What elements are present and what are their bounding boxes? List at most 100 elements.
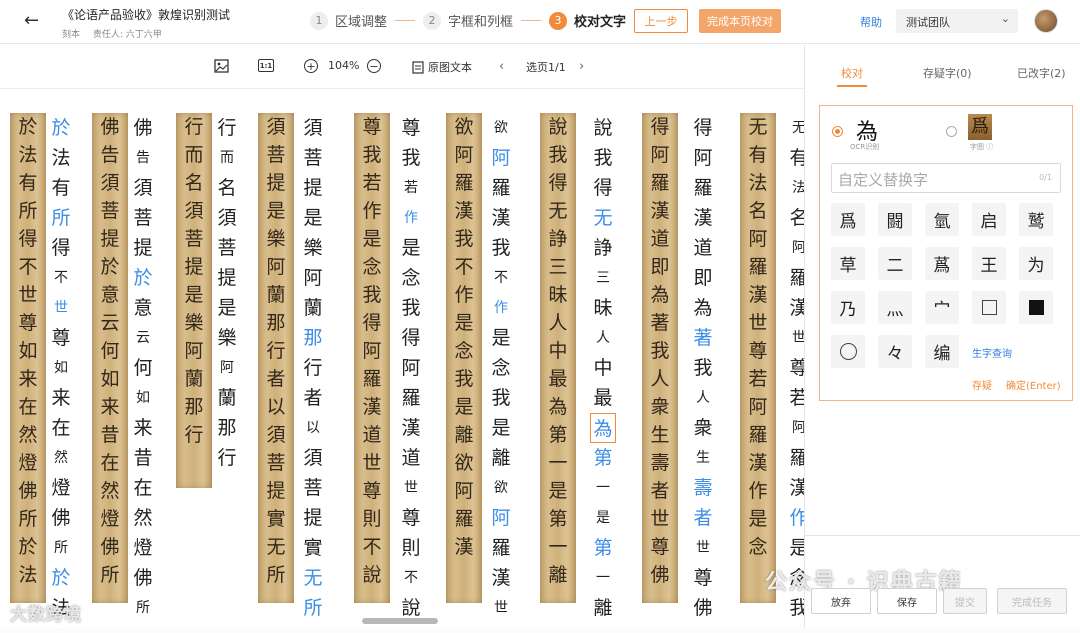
transcribed-char[interactable]: 昔 — [130, 443, 156, 473]
transcribed-char[interactable]: 須 — [214, 203, 240, 233]
transcribed-char[interactable]: 道 — [398, 443, 424, 473]
transcribed-char[interactable]: 作 — [488, 293, 514, 323]
transcribed-char[interactable]: 須 — [300, 443, 326, 473]
transcribed-char[interactable]: 无 — [590, 203, 616, 233]
manuscript-strip-image[interactable]: 佛告須菩提於意云何如来昔在然燈佛所 — [92, 113, 128, 603]
transcribed-char[interactable]: 以 — [300, 413, 326, 443]
transcribed-char[interactable]: 如 — [130, 383, 156, 413]
transcribed-char[interactable]: 如 — [48, 353, 74, 383]
candidate-char[interactable]: 乃 — [831, 291, 865, 324]
transcribed-char[interactable]: 名 — [214, 173, 240, 203]
confirm-link[interactable]: 确定(Enter) — [1006, 377, 1061, 392]
transcribed-char[interactable]: 須 — [130, 173, 156, 203]
candidate-char[interactable]: 鹫 — [1019, 203, 1053, 236]
transcribed-char[interactable]: 世 — [398, 473, 424, 503]
back-arrow-icon[interactable]: ← — [24, 10, 39, 31]
transcribed-char[interactable]: 所 — [300, 593, 326, 623]
transcribed-char[interactable]: 我 — [398, 293, 424, 323]
candidate-char[interactable]: 启 — [972, 203, 1006, 236]
abandon-button[interactable]: 放弃 — [811, 588, 871, 614]
transcribed-char[interactable]: 須 — [300, 113, 326, 143]
transcribed-char[interactable]: 是 — [300, 203, 326, 233]
transcribed-char[interactable]: 有 — [48, 173, 74, 203]
transcribed-char[interactable]: 云 — [130, 323, 156, 353]
transcribed-char[interactable]: 若 — [786, 383, 804, 413]
transcribed-char[interactable]: 於 — [130, 263, 156, 293]
selected-transcribed-char[interactable]: 為 — [590, 413, 616, 443]
step-box-columns[interactable]: 2 字框和列框 — [423, 11, 513, 30]
transcribed-char[interactable]: 何 — [130, 353, 156, 383]
transcribed-char[interactable]: 一 — [590, 473, 616, 503]
transcribed-char[interactable]: 尊 — [48, 323, 74, 353]
actual-size-icon[interactable]: 1:1 — [258, 59, 274, 72]
candidate-char[interactable]: 爲 — [831, 203, 865, 236]
transcribed-char[interactable]: 我 — [488, 383, 514, 413]
avatar[interactable] — [1034, 9, 1058, 33]
transcribed-char[interactable]: 我 — [690, 353, 716, 383]
manuscript-strip-image[interactable]: 須菩提是樂阿蘭那行者以須菩提實无所 — [258, 113, 294, 603]
team-select[interactable]: 测试团队 ⌄ — [896, 9, 1018, 33]
transcribed-char[interactable]: 蘭 — [300, 293, 326, 323]
transcribed-char[interactable]: 樂 — [214, 323, 240, 353]
transcribed-char[interactable]: 作 — [786, 503, 804, 533]
transcribed-char[interactable]: 得 — [690, 113, 716, 143]
transcribed-char[interactable]: 那 — [214, 413, 240, 443]
transcribed-char[interactable]: 蘭 — [214, 383, 240, 413]
transcribed-char[interactable]: 是 — [488, 413, 514, 443]
transcribed-char[interactable]: 所 — [48, 203, 74, 233]
transcribed-char[interactable]: 燈 — [48, 473, 74, 503]
transcribed-char[interactable]: 則 — [398, 533, 424, 563]
transcribed-char[interactable]: 漢 — [786, 473, 804, 503]
transcribed-char[interactable]: 昧 — [590, 293, 616, 323]
tab-changed[interactable]: 已改字(2) — [1017, 65, 1066, 81]
transcribed-char[interactable]: 法 — [786, 173, 804, 203]
transcribed-char[interactable]: 者 — [300, 383, 326, 413]
transcribed-char[interactable]: 尊 — [398, 503, 424, 533]
page-next-icon[interactable]: › — [579, 59, 584, 74]
transcribed-char[interactable]: 我 — [590, 143, 616, 173]
transcribed-char[interactable]: 意 — [130, 293, 156, 323]
rare-char-lookup-link[interactable]: 生字查询 — [972, 345, 1012, 360]
transcribed-char[interactable]: 提 — [300, 173, 326, 203]
candidate-char[interactable]: 宀 — [925, 291, 959, 324]
candidate-char[interactable]: 为 — [1019, 247, 1053, 280]
image-char-radio[interactable] — [946, 126, 957, 137]
transcribed-char[interactable]: 念 — [398, 263, 424, 293]
transcribed-char[interactable]: 第 — [590, 443, 616, 473]
transcribed-char[interactable]: 漢 — [398, 413, 424, 443]
candidate-char[interactable]: 王 — [972, 247, 1006, 280]
transcribed-char[interactable]: 最 — [590, 383, 616, 413]
manuscript-strip-image[interactable]: 尊我若作是念我得阿羅漢道世尊則不說 — [354, 113, 390, 603]
transcribed-char[interactable]: 三 — [590, 263, 616, 293]
transcribed-char[interactable]: 我 — [398, 143, 424, 173]
custom-replace-input[interactable]: 自定义替换字 0/1 — [831, 163, 1061, 193]
transcribed-char[interactable]: 漢 — [786, 293, 804, 323]
transcribed-char[interactable]: 羅 — [398, 383, 424, 413]
tab-proofread[interactable]: 校对 — [841, 65, 863, 81]
transcribed-char[interactable]: 道 — [690, 233, 716, 263]
transcribed-char[interactable]: 菩 — [214, 233, 240, 263]
transcribed-char[interactable]: 来 — [48, 383, 74, 413]
transcribed-char[interactable]: 燈 — [130, 533, 156, 563]
transcribed-char[interactable]: 佛 — [48, 503, 74, 533]
transcribed-char[interactable]: 世 — [786, 323, 804, 353]
transcribed-char[interactable]: 提 — [214, 263, 240, 293]
transcribed-char[interactable]: 羅 — [786, 443, 804, 473]
transcribed-char[interactable]: 佛 — [130, 563, 156, 593]
transcribed-char[interactable]: 在 — [130, 473, 156, 503]
transcribed-char[interactable]: 世 — [690, 533, 716, 563]
transcribed-char[interactable]: 諍 — [590, 233, 616, 263]
transcribed-char[interactable]: 離 — [488, 443, 514, 473]
candidate-char[interactable]: 灬 — [878, 291, 912, 324]
transcribed-char[interactable]: 阿 — [488, 143, 514, 173]
transcribed-char[interactable]: 世 — [488, 593, 514, 623]
transcribed-char[interactable]: 是 — [786, 533, 804, 563]
transcribed-char[interactable]: 所 — [48, 533, 74, 563]
transcribed-char[interactable]: 尊 — [786, 353, 804, 383]
transcribed-char[interactable]: 我 — [488, 233, 514, 263]
transcribed-char[interactable]: 得 — [398, 323, 424, 353]
transcribed-char[interactable]: 壽 — [690, 473, 716, 503]
horizontal-scrollbar[interactable] — [362, 618, 438, 624]
transcribed-char[interactable]: 提 — [300, 503, 326, 533]
transcribed-char[interactable]: 有 — [786, 143, 804, 173]
